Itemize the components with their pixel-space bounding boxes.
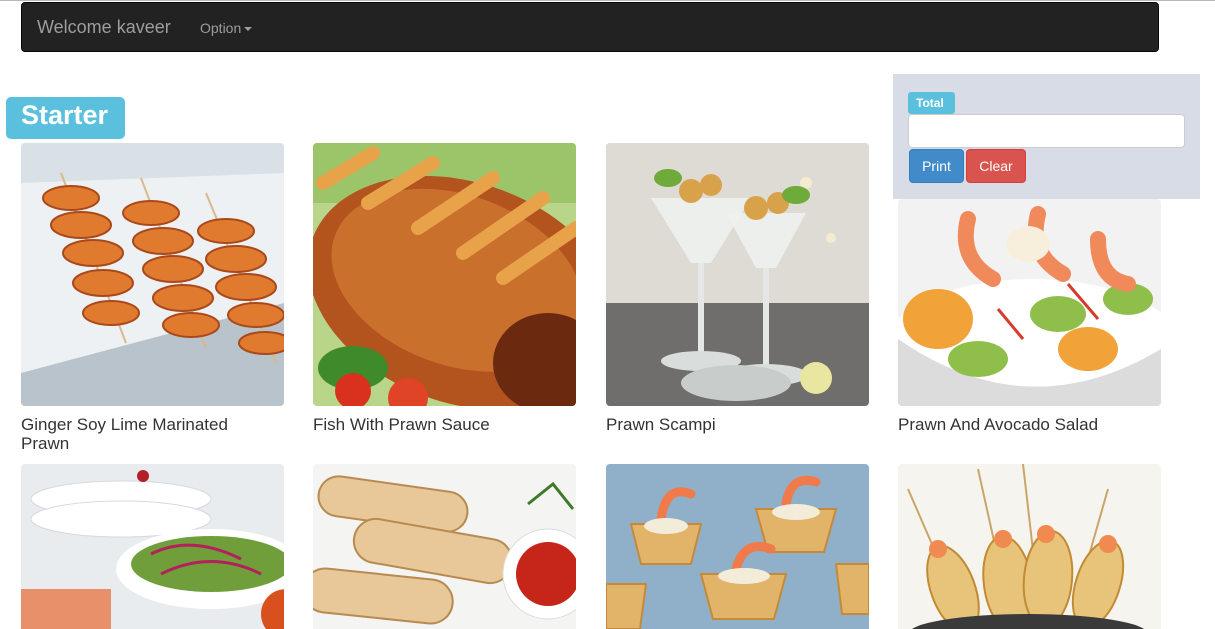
menu-item-image[interactable]	[898, 199, 1161, 406]
caret-down-icon	[244, 27, 253, 32]
page: Welcome kaveer Option Starter Total Prin…	[0, 0, 1215, 629]
total-panel: Total Print Clear	[893, 74, 1200, 199]
menu-item-card[interactable]: Ginger Soy Lime Marinated Prawn	[21, 143, 284, 453]
menu-item-image[interactable]	[313, 464, 576, 629]
menu-item-image[interactable]	[21, 464, 284, 629]
menu-item-image[interactable]	[606, 143, 869, 406]
menu-item-card[interactable]	[898, 464, 1161, 629]
menu-item-title: Ginger Soy Lime Marinated Prawn	[21, 415, 228, 453]
navbar-brand[interactable]: Welcome kaveer	[37, 17, 171, 38]
navbar: Welcome kaveer Option	[21, 2, 1159, 52]
menu-item-image[interactable]	[313, 143, 576, 406]
menu-item-card[interactable]	[313, 464, 576, 629]
roasted-fish-image	[313, 143, 576, 406]
total-input[interactable]	[908, 114, 1185, 148]
prawn-avocado-salad-image	[898, 199, 1161, 406]
section-title: Starter	[6, 97, 125, 139]
menu-item-title: Fish With Prawn Sauce	[313, 415, 490, 434]
menu-item-card[interactable]: Prawn Scampi	[606, 143, 869, 434]
menu-item-image[interactable]	[606, 464, 869, 629]
menu-item-card[interactable]: Prawn And Avocado Salad	[898, 199, 1161, 434]
option-dropdown-label: Option	[200, 20, 242, 36]
spring-rolls-image	[313, 464, 576, 629]
menu-item-title: Prawn And Avocado Salad	[898, 415, 1099, 434]
menu-item-card[interactable]	[21, 464, 284, 629]
prawn-scampi-image	[606, 143, 869, 406]
prawn-tartlets-image	[606, 464, 869, 629]
salad-bowl-image	[21, 464, 284, 629]
menu-item-card[interactable]	[606, 464, 869, 629]
menu-item-image[interactable]	[898, 464, 1161, 629]
menu-item-title: Prawn Scampi	[606, 415, 716, 434]
clear-button[interactable]: Clear	[966, 149, 1026, 183]
total-label: Total	[908, 92, 955, 114]
coconut-prawn-skewers-image	[898, 464, 1161, 629]
grilled-prawn-skewers-image	[21, 143, 284, 406]
menu-item-image[interactable]	[21, 143, 284, 406]
option-dropdown[interactable]: Option	[200, 20, 253, 36]
print-button[interactable]: Print	[909, 149, 964, 183]
top-divider	[0, 0, 1215, 1]
menu-item-card[interactable]: Fish With Prawn Sauce	[313, 143, 576, 434]
